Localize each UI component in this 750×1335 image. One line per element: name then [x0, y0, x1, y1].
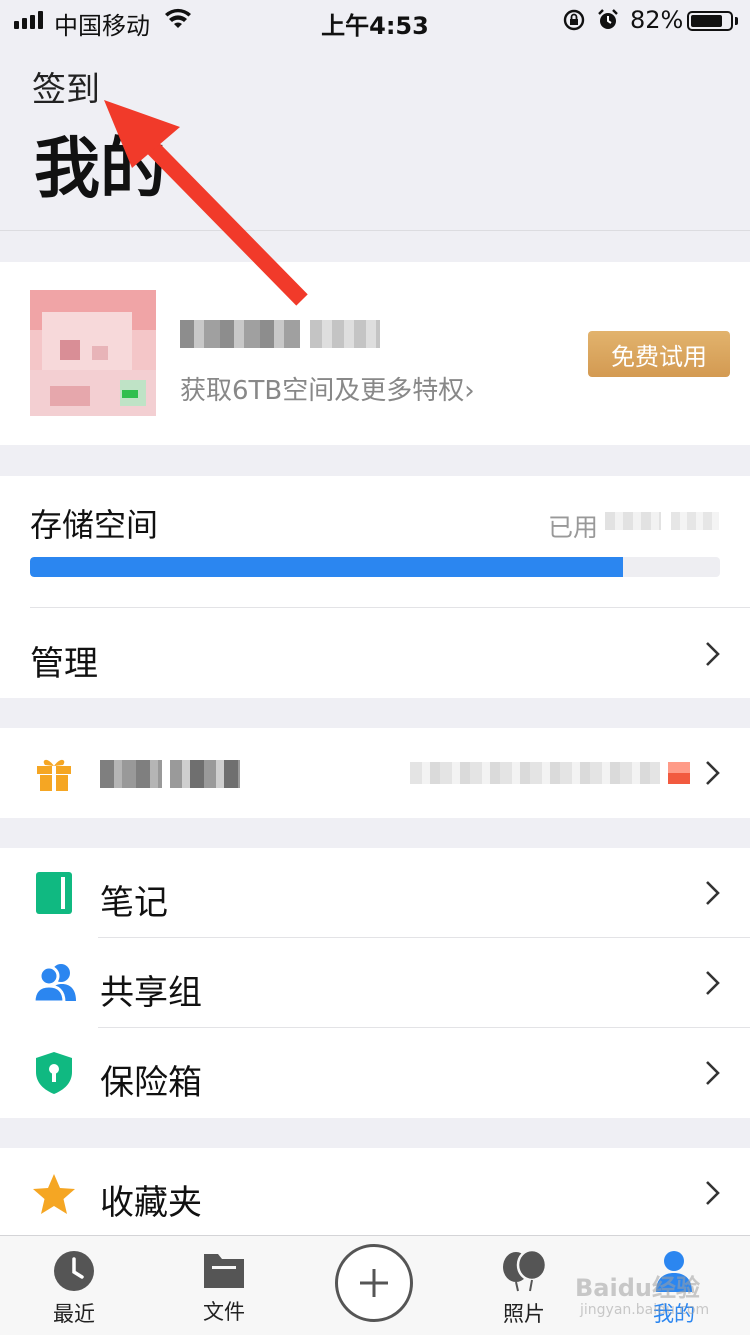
status-bar: 中国移动 上午4:53 82% — [0, 0, 750, 40]
add-button[interactable] — [335, 1244, 413, 1322]
storage-progress-fill — [30, 557, 624, 577]
promo-arrow: › — [464, 376, 475, 406]
storage-used-label: 已用 — [548, 513, 599, 542]
folder-icon — [204, 1254, 244, 1288]
tab-label: 最近 — [53, 1302, 95, 1326]
menu-item-label: 收藏夹 — [100, 1183, 202, 1223]
chevron-right-icon — [706, 642, 720, 666]
signin-button[interactable]: 签到 — [32, 62, 100, 111]
shield-lock-icon — [36, 1052, 72, 1094]
chevron-right-icon — [706, 971, 720, 995]
tab-photos[interactable]: 照片 — [469, 1250, 579, 1328]
page-title: 我的 — [34, 130, 166, 207]
gift-detail-blurred — [410, 760, 692, 786]
manage-row[interactable] — [0, 608, 750, 698]
watermark-url: jingyan.baidu.com — [580, 1302, 710, 1318]
users-icon — [32, 964, 76, 1003]
tab-label: 照片 — [503, 1302, 545, 1326]
tab-recent[interactable]: 最近 — [19, 1250, 129, 1328]
gift-icon — [37, 759, 71, 791]
battery-percent: 82% — [630, 6, 684, 34]
battery-icon — [687, 11, 733, 31]
chevron-right-icon — [706, 881, 720, 905]
star-icon — [33, 1174, 75, 1214]
menu-item-label: 共享组 — [100, 973, 202, 1013]
avatar[interactable] — [30, 290, 156, 416]
plus-icon — [360, 1269, 388, 1297]
chevron-right-icon — [706, 761, 720, 785]
notebook-icon — [36, 872, 72, 914]
menu-item-label: 笔记 — [100, 883, 168, 923]
chevron-right-icon — [706, 1181, 720, 1205]
header-divider — [0, 230, 750, 231]
storage-used-blurred — [605, 510, 720, 532]
username-blurred — [180, 318, 380, 350]
chevron-right-icon — [706, 1061, 720, 1085]
storage-progress-bar — [30, 557, 720, 577]
storage-title: 存储空间 — [30, 506, 159, 544]
tab-files[interactable]: 文件 — [169, 1250, 279, 1326]
alarm-icon — [598, 9, 618, 29]
rotation-lock-icon — [563, 9, 585, 31]
gift-title-blurred — [100, 758, 240, 790]
manage-label: 管理 — [30, 644, 98, 684]
watermark: Baidu经验 — [575, 1274, 700, 1302]
clock-icon — [54, 1251, 94, 1291]
premium-promo-link[interactable]: 获取6TB空间及更多特权› — [180, 370, 475, 407]
balloons-icon — [503, 1250, 547, 1292]
promo-text: 获取6TB空间及更多特权 — [180, 376, 465, 406]
tab-label: 文件 — [203, 1300, 245, 1324]
battery-tip — [735, 17, 738, 25]
free-trial-button[interactable]: 免费试用 — [588, 331, 730, 377]
menu-item-label: 保险箱 — [100, 1063, 202, 1103]
